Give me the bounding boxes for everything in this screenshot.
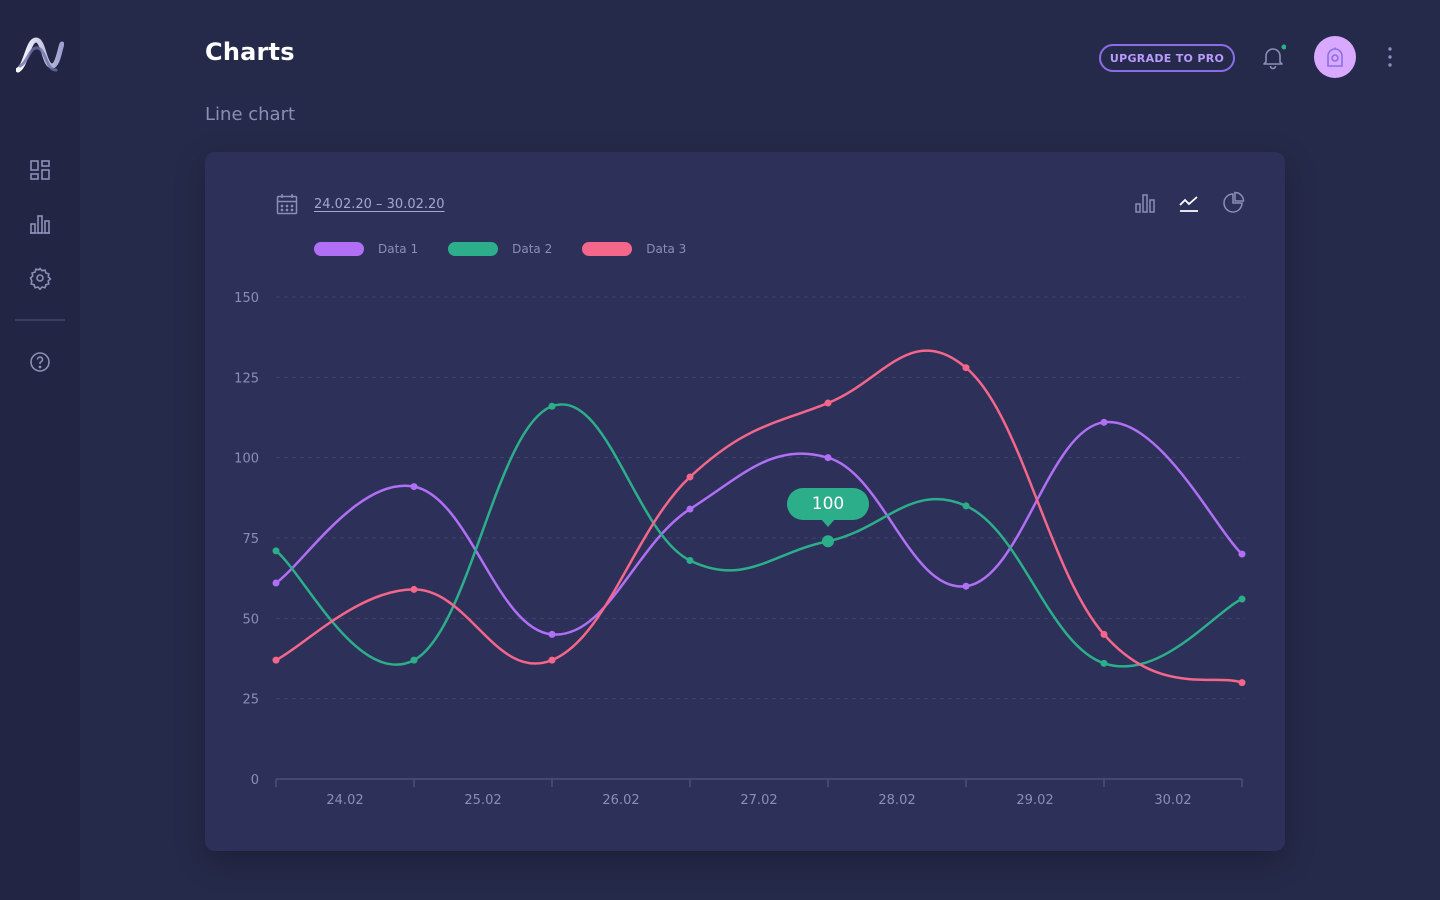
data-point bbox=[272, 656, 280, 664]
data-point bbox=[1100, 418, 1108, 426]
y-tick-label: 125 bbox=[234, 371, 259, 386]
x-tick-label: 24.02 bbox=[326, 793, 363, 808]
x-tick-label: 26.02 bbox=[602, 793, 639, 808]
data-point bbox=[548, 630, 556, 638]
data-point bbox=[1238, 595, 1246, 603]
data-point bbox=[410, 656, 418, 664]
y-tick-label: 150 bbox=[234, 291, 259, 306]
data-point bbox=[686, 556, 694, 564]
data-point bbox=[1238, 550, 1246, 558]
data-point bbox=[548, 402, 556, 410]
data-point bbox=[1100, 630, 1108, 638]
highlighted-point bbox=[822, 535, 834, 548]
data-point bbox=[272, 547, 280, 555]
data-point bbox=[824, 454, 832, 462]
x-tick-label: 27.02 bbox=[740, 793, 777, 808]
x-tick-label: 29.02 bbox=[1016, 793, 1053, 808]
data-point bbox=[686, 473, 694, 481]
data-point bbox=[1238, 679, 1246, 687]
data-point bbox=[824, 399, 832, 407]
x-tick-label: 28.02 bbox=[878, 793, 915, 808]
y-tick-label: 25 bbox=[242, 693, 259, 708]
data-point bbox=[410, 483, 418, 491]
data-point bbox=[272, 579, 280, 587]
y-tick-label: 75 bbox=[242, 532, 259, 547]
data-point bbox=[962, 502, 970, 510]
line-chart: 0 25 50 75 100 125 150 24.02 25.02 26.02 27.02 28.0… bbox=[234, 291, 1246, 808]
y-tick-label: 100 bbox=[234, 452, 259, 467]
y-tick-label: 50 bbox=[242, 612, 259, 627]
data-point bbox=[548, 656, 556, 664]
data-point bbox=[962, 364, 970, 372]
series-line-data-1 bbox=[274, 421, 1244, 636]
x-tick-label: 30.02 bbox=[1154, 793, 1191, 808]
data-point bbox=[410, 585, 418, 593]
x-tick-label: 25.02 bbox=[464, 793, 501, 808]
data-point bbox=[686, 505, 694, 513]
data-point bbox=[962, 582, 970, 590]
series-line-data-3 bbox=[274, 349, 1244, 684]
y-tick-label: 0 bbox=[251, 773, 259, 788]
data-point bbox=[1100, 659, 1108, 667]
chart-tooltip: 100 bbox=[787, 488, 869, 527]
